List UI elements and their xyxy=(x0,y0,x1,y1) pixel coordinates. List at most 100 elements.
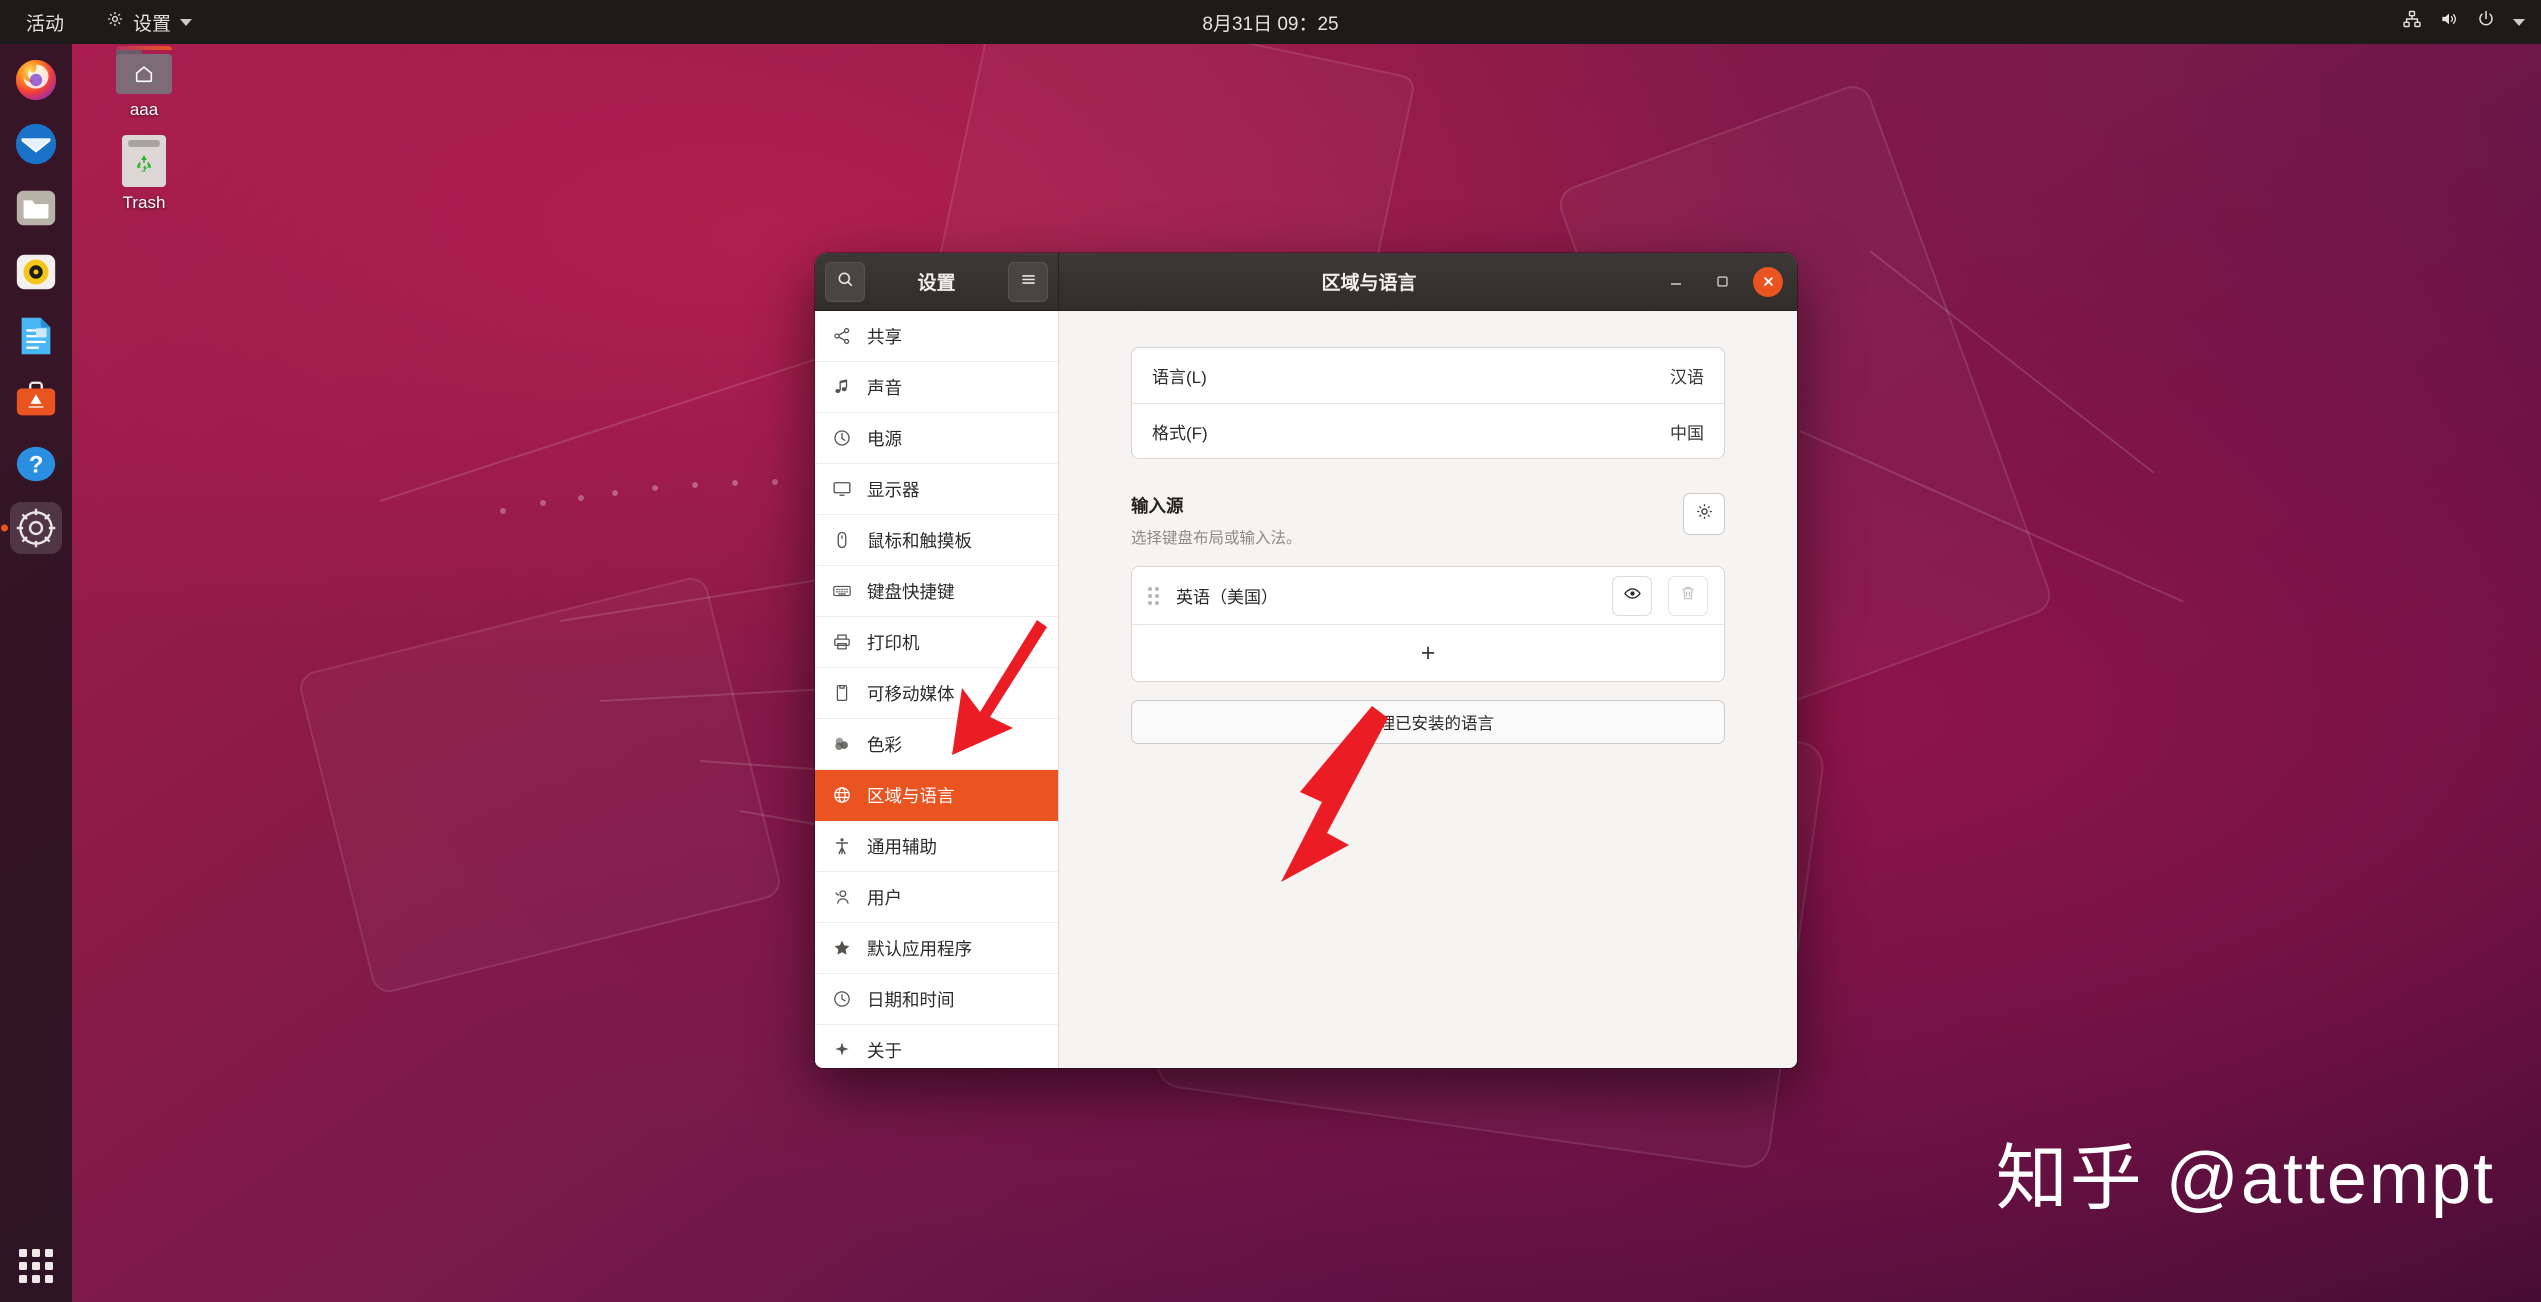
close-button[interactable] xyxy=(1753,266,1783,297)
sidebar-item-keyboard-shortcuts[interactable]: 键盘快捷键 xyxy=(815,566,1058,617)
clock-label: 8月31日 09：25 xyxy=(1202,13,1339,35)
wallpaper-shape xyxy=(296,574,784,996)
preview-layout-button[interactable] xyxy=(1612,575,1652,616)
sidebar-item-sharing[interactable]: 共享 xyxy=(815,311,1058,362)
sidebar-item-date-time[interactable]: 日期和时间 xyxy=(815,974,1058,1025)
status-caret-icon[interactable] xyxy=(2513,18,2525,26)
language-format-card: 语言(L) 汉语 格式(F) 中国 xyxy=(1131,347,1725,459)
manage-installed-languages-button[interactable]: 管理已安装的语言 xyxy=(1131,700,1725,744)
sidebar-item-mouse-touchpad[interactable]: 鼠标和触摸板 xyxy=(815,515,1058,566)
sidebar-item-label: 打印机 xyxy=(867,632,920,653)
dock-item-rhythmbox[interactable] xyxy=(10,246,62,298)
trash-icon xyxy=(122,135,166,187)
window-titlebar: 设置 区域与语言 xyxy=(815,253,1797,311)
maximize-button[interactable] xyxy=(1707,267,1737,297)
menu-button[interactable] xyxy=(1008,261,1048,302)
format-row-value: 中国 xyxy=(1670,423,1704,443)
desktop-icon-home-folder[interactable]: aaa xyxy=(98,46,190,120)
input-source-name: 英语（美国） xyxy=(1176,588,1278,607)
dock-item-thunderbird[interactable] xyxy=(10,118,62,170)
grid-dot xyxy=(32,1275,40,1283)
sidebar-item-label: 通用辅助 xyxy=(867,836,937,857)
show-applications-button[interactable] xyxy=(16,1246,56,1286)
watermark: 知乎 @attempt xyxy=(1995,1139,2495,1219)
window-body: 共享 声音 电源 显示器 鼠标和触摸板 键盘快捷键 打印机 可移动媒体 色彩 区… xyxy=(815,311,1797,1068)
sidebar-item-label: 关于 xyxy=(867,1040,902,1061)
sidebar-item-label: 电源 xyxy=(867,428,902,449)
input-sources-title: 输入源 xyxy=(1131,496,1184,516)
sidebar-item-printers[interactable]: 打印机 xyxy=(815,617,1058,668)
status-menu[interactable] xyxy=(2402,9,2525,35)
app-menu-button[interactable]: 设置 xyxy=(98,5,200,40)
wallpaper-dot xyxy=(578,495,584,501)
window-controls xyxy=(1661,266,1783,297)
sidebar-item-power[interactable]: 电源 xyxy=(815,413,1058,464)
dock-item-libreoffice-writer[interactable] xyxy=(10,310,62,362)
trash-icon xyxy=(1679,584,1697,607)
sidebar-item-label: 日期和时间 xyxy=(867,989,955,1010)
activities-label: 活动 xyxy=(26,13,65,35)
sidebar-item-label: 共享 xyxy=(867,326,902,347)
wallpaper-dot xyxy=(692,482,698,488)
window-title: 区域与语言 xyxy=(1321,273,1417,294)
desktop-icon-trash[interactable]: Trash xyxy=(98,135,190,213)
sidebar-item-sound[interactable]: 声音 xyxy=(815,362,1058,413)
remove-input-source-button[interactable] xyxy=(1668,575,1708,616)
sidebar-item-label: 鼠标和触摸板 xyxy=(867,530,972,551)
input-source-item[interactable]: 英语（美国） xyxy=(1132,567,1724,624)
dock-item-ubuntu-software[interactable] xyxy=(10,374,62,426)
sidebar-item-label: 声音 xyxy=(867,377,902,398)
minimize-button[interactable] xyxy=(1661,267,1691,297)
sidebar-item-universal-access[interactable]: 通用辅助 xyxy=(815,821,1058,872)
sidebar-item-displays[interactable]: 显示器 xyxy=(815,464,1058,515)
sidebar-item-label: 键盘快捷键 xyxy=(867,581,955,602)
wallpaper-dot xyxy=(772,479,778,485)
dock: ? xyxy=(0,44,72,1302)
search-button[interactable] xyxy=(825,261,865,302)
mouse-icon xyxy=(831,529,853,551)
sidebar-item-users[interactable]: 用户 xyxy=(815,872,1058,923)
dock-item-settings[interactable] xyxy=(10,502,62,554)
activities-button[interactable]: 活动 xyxy=(18,5,72,40)
app-menu-caret-icon xyxy=(180,18,193,26)
input-sources-header: 输入源 选择键盘布局或输入法。 xyxy=(1131,493,1725,548)
sound-icon xyxy=(831,376,853,398)
search-icon xyxy=(836,270,855,294)
display-icon xyxy=(831,478,853,500)
add-input-source-button[interactable]: + xyxy=(1132,624,1724,681)
dock-item-firefox[interactable] xyxy=(10,54,62,106)
power-icon[interactable] xyxy=(2476,9,2496,35)
titlebar-left-pane: 设置 xyxy=(815,253,1059,310)
gear-icon xyxy=(1695,502,1714,526)
settings-app-title: 设置 xyxy=(917,273,956,294)
plus-icon: + xyxy=(1420,638,1436,667)
dock-item-help[interactable]: ? xyxy=(10,438,62,490)
titlebar-right-pane: 区域与语言 xyxy=(1059,253,1797,310)
input-sources-subtitle: 选择键盘布局或输入法。 xyxy=(1131,530,1302,547)
sidebar-item-label: 区域与语言 xyxy=(867,785,955,806)
network-icon[interactable] xyxy=(2402,9,2422,35)
globe-icon xyxy=(831,784,853,806)
sparkle-icon xyxy=(831,1039,853,1061)
sidebar-item-region-language[interactable]: 区域与语言 xyxy=(815,770,1058,821)
input-source-options-button[interactable] xyxy=(1683,493,1725,535)
grid-dot xyxy=(45,1262,53,1270)
sidebar-item-label: 默认应用程序 xyxy=(867,938,972,959)
language-row[interactable]: 语言(L) 汉语 xyxy=(1132,348,1724,403)
dock-item-files[interactable] xyxy=(10,182,62,234)
format-row[interactable]: 格式(F) 中国 xyxy=(1132,403,1724,458)
power-icon xyxy=(831,427,853,449)
printer-icon xyxy=(831,631,853,653)
sidebar-item-about[interactable]: 关于 xyxy=(815,1025,1058,1068)
sidebar-item-color[interactable]: 色彩 xyxy=(815,719,1058,770)
sidebar-item-removable-media[interactable]: 可移动媒体 xyxy=(815,668,1058,719)
sidebar-item-default-applications[interactable]: 默认应用程序 xyxy=(815,923,1058,974)
grid-dot xyxy=(19,1249,27,1257)
sidebar-item-label: 用户 xyxy=(867,887,902,908)
sidebar-item-label: 色彩 xyxy=(867,734,902,755)
eye-icon xyxy=(1623,584,1642,608)
drag-handle-icon[interactable] xyxy=(1148,586,1160,605)
wallpaper-dot xyxy=(652,485,658,491)
clock-button[interactable]: 8月31日 09：25 xyxy=(1202,9,1338,36)
volume-icon[interactable] xyxy=(2439,9,2459,35)
